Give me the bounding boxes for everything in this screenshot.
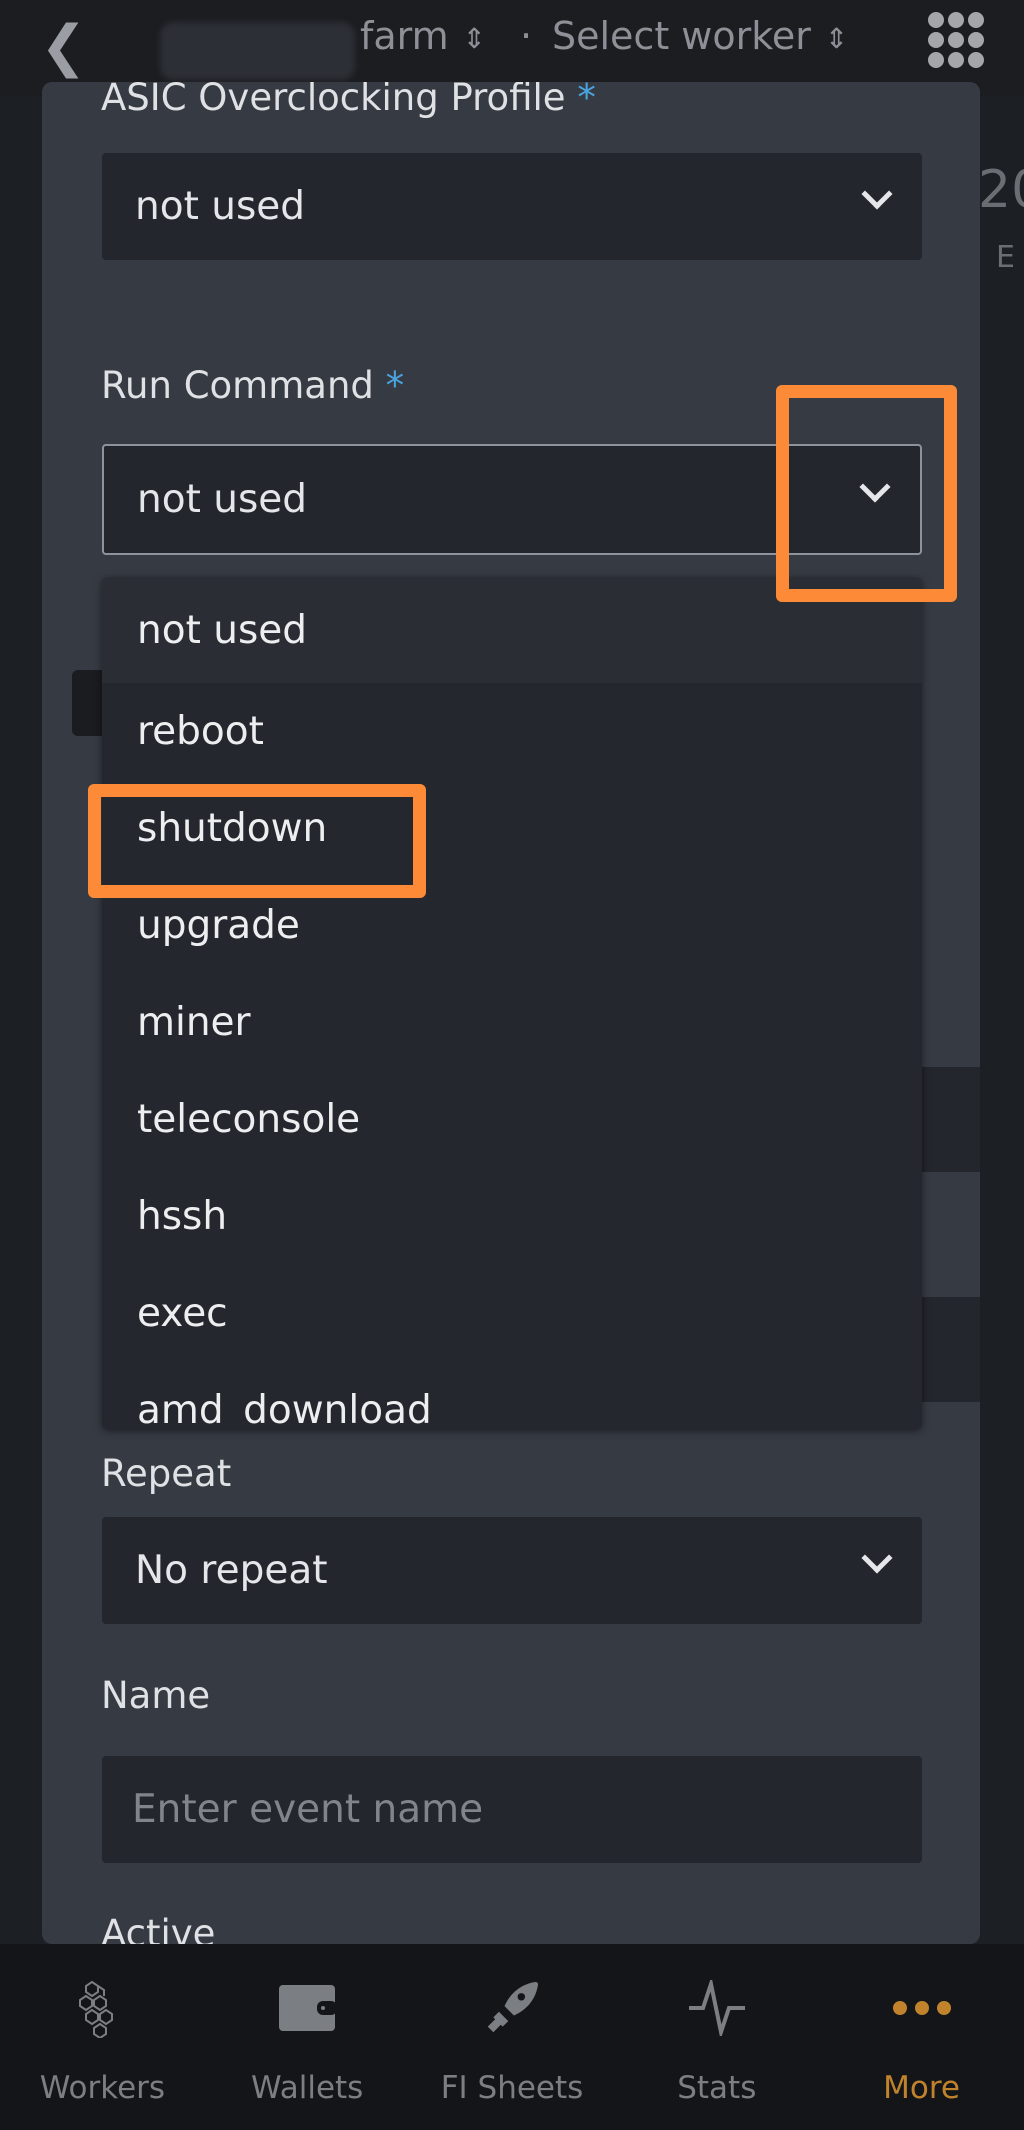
chevron-down-icon bbox=[861, 1542, 893, 1574]
option-amd-download[interactable]: amd_download bbox=[102, 1362, 922, 1429]
nav-stats[interactable]: Stats bbox=[614, 1944, 819, 2130]
more-dots-icon bbox=[892, 1968, 952, 2048]
run-command-label: Run Command * bbox=[101, 364, 405, 407]
option-teleconsole[interactable]: teleconsole bbox=[102, 1071, 922, 1168]
hexagons-icon bbox=[72, 1968, 132, 2048]
bottom-nav: Workers Wallets FI Sheets Stats More bbox=[0, 1944, 1024, 2130]
back-icon[interactable]: ❮ bbox=[40, 14, 87, 79]
nav-fi-sheets[interactable]: FI Sheets bbox=[410, 1944, 615, 2130]
apps-grid-icon[interactable] bbox=[928, 12, 984, 68]
pulse-icon bbox=[687, 1968, 747, 2048]
updown-icon: ⇕ bbox=[824, 22, 849, 55]
highlight-box-shutdown bbox=[88, 784, 426, 898]
repeat-label: Repeat bbox=[101, 1452, 232, 1495]
farm-selector[interactable]: farm ⇕ bbox=[360, 14, 486, 58]
highlight-box-chevron bbox=[776, 385, 957, 602]
worker-selector[interactable]: Select worker ⇕ bbox=[552, 14, 848, 58]
option-exec[interactable]: exec bbox=[102, 1265, 922, 1362]
option-miner[interactable]: miner bbox=[102, 974, 922, 1071]
event-name-input[interactable]: Enter event name bbox=[102, 1756, 922, 1863]
repeat-select[interactable]: No repeat bbox=[102, 1517, 922, 1624]
option-hssh[interactable]: hssh bbox=[102, 1168, 922, 1265]
active-label: Active bbox=[101, 1912, 216, 1944]
option-reboot[interactable]: reboot bbox=[102, 683, 922, 780]
background-label: E bbox=[996, 240, 1015, 275]
updown-icon: ⇕ bbox=[462, 22, 487, 55]
run-command-options: not used reboot shutdown upgrade miner t… bbox=[102, 577, 922, 1429]
name-label: Name bbox=[101, 1674, 211, 1717]
chevron-down-icon bbox=[861, 178, 893, 210]
asic-profile-select[interactable]: not used bbox=[102, 153, 922, 260]
rocket-icon bbox=[484, 1968, 540, 2048]
redacted-farm-name bbox=[160, 22, 355, 80]
nav-more[interactable]: More bbox=[819, 1944, 1024, 2130]
separator: · bbox=[520, 14, 533, 58]
asic-profile-label: ASIC Overclocking Profile * bbox=[101, 82, 596, 119]
background-value: 20 bbox=[978, 160, 1024, 220]
nav-wallets[interactable]: Wallets bbox=[205, 1944, 410, 2130]
wallet-icon bbox=[277, 1968, 338, 2048]
nav-workers[interactable]: Workers bbox=[0, 1944, 205, 2130]
